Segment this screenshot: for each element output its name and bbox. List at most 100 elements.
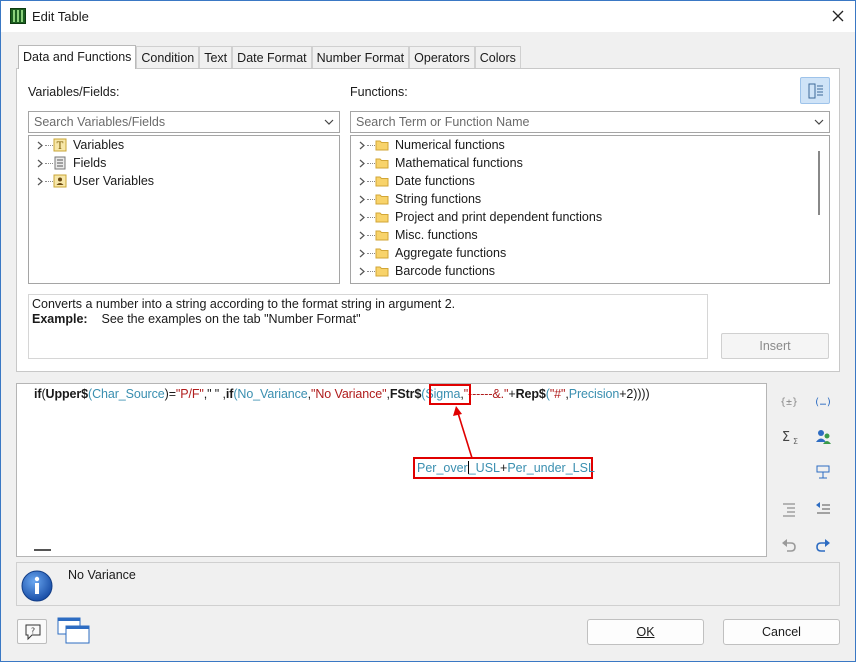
chevron-right-icon[interactable]	[358, 195, 366, 204]
tree-item-label: String functions	[395, 192, 482, 206]
tab-colors[interactable]: Colors	[474, 46, 521, 69]
format-braces-icon[interactable]: {±}	[779, 391, 799, 411]
code-token: Rep$	[515, 387, 546, 401]
tab-text[interactable]: Text	[199, 46, 233, 69]
svg-text:T: T	[57, 141, 64, 152]
search-functions-input[interactable]: Search Term or Function Name	[350, 111, 830, 133]
insert-field-icon[interactable]	[813, 462, 833, 482]
ok-button[interactable]: OK	[587, 619, 704, 645]
folder-icon	[375, 212, 389, 223]
function-description: Converts a number into a string accordin…	[28, 294, 708, 359]
panel-layout-icon	[808, 83, 823, 99]
svg-text:Σ: Σ	[793, 437, 798, 446]
info-icon	[21, 570, 53, 602]
close-icon[interactable]	[829, 7, 847, 25]
tree-item-date-functions[interactable]: Date functions	[351, 172, 829, 190]
tree-item-string-functions[interactable]: String functions	[351, 190, 829, 208]
functions-label: Functions:	[350, 85, 408, 99]
tab-data-and-functions[interactable]: Data and Functions	[18, 45, 137, 69]
chevron-right-icon[interactable]	[36, 177, 44, 186]
variables-fields-label: Variables/Fields:	[28, 85, 120, 99]
title-bar: Edit Table	[1, 1, 855, 32]
tree-item-misc-functions[interactable]: Misc. functions	[351, 226, 829, 244]
folder-icon	[375, 140, 389, 151]
tree-item-user-variables[interactable]: User Variables	[29, 172, 339, 190]
code-token: "P/F"	[175, 387, 204, 401]
tree-item-label: User Variables	[73, 174, 155, 188]
help-icon: ?	[25, 624, 41, 641]
popup-token: Per_under_LSL	[507, 461, 595, 475]
edit-table-dialog: Edit Table Data and Functions Condition …	[0, 0, 856, 662]
autocomplete-popup[interactable]: Per_over_USL+Per_under_LSL	[413, 457, 595, 479]
chevron-right-icon[interactable]	[358, 141, 366, 150]
tree-item-fields[interactable]: Fields	[29, 154, 339, 172]
indent-icon[interactable]	[779, 499, 799, 519]
expression-code[interactable]: if(Upper$(Char_Source)="P/F"," " ,if(No_…	[34, 387, 650, 401]
tree-item-label: Mathematical functions	[395, 156, 523, 170]
chevron-right-icon[interactable]	[358, 177, 366, 186]
expression-editor[interactable]: if(Upper$(Char_Source)="P/F"," " ,if(No_…	[16, 383, 767, 557]
help-button[interactable]: ?	[17, 619, 47, 644]
code-token: Precision	[568, 387, 620, 401]
chevron-down-icon[interactable]	[814, 116, 824, 128]
code-token: +	[508, 387, 516, 401]
chevron-right-icon[interactable]	[36, 141, 44, 150]
variables-tree[interactable]: T Variables Fields User Variables	[28, 135, 340, 284]
tab-number-format[interactable]: Number Format	[311, 46, 410, 69]
tab-operators[interactable]: Operators	[409, 46, 475, 69]
windows-icon[interactable]	[57, 617, 91, 645]
search-variables-input[interactable]: Search Variables/Fields	[28, 111, 340, 133]
undo-icon[interactable]	[779, 535, 799, 555]
editor-resize-handle[interactable]	[34, 549, 51, 551]
folder-icon	[375, 176, 389, 187]
users-icon[interactable]	[813, 427, 833, 447]
code-token: ," " ,	[203, 387, 226, 401]
svg-text:{±}: {±}	[780, 397, 798, 408]
chevron-right-icon[interactable]	[36, 159, 44, 168]
chevron-down-icon[interactable]	[324, 116, 334, 128]
chevron-right-icon[interactable]	[358, 159, 366, 168]
tab-date-format[interactable]: Date Format	[232, 46, 312, 69]
wrap-brackets-icon[interactable]: (…)	[813, 391, 833, 411]
info-text: No Variance	[68, 568, 136, 582]
tree-item-label: Date functions	[395, 174, 475, 188]
tree-item-mathematical-functions[interactable]: Mathematical functions	[351, 154, 829, 172]
functions-tree[interactable]: Numerical functions Mathematical functio…	[350, 135, 830, 284]
field-icon	[54, 156, 66, 170]
folder-icon	[375, 158, 389, 169]
tab-condition[interactable]: Condition	[136, 46, 200, 69]
tree-item-aggregate-functions[interactable]: Aggregate functions	[351, 244, 829, 262]
chevron-right-icon[interactable]	[358, 231, 366, 240]
folder-icon	[375, 266, 389, 277]
user-variable-icon	[53, 174, 67, 188]
table-app-icon	[10, 8, 26, 24]
tree-item-label: Misc. functions	[395, 228, 478, 242]
folder-icon	[375, 248, 389, 259]
tree-item-label: Barcode functions	[395, 264, 496, 278]
outdent-icon[interactable]	[813, 499, 833, 519]
variable-icon: T	[53, 138, 67, 152]
redo-icon[interactable]	[813, 535, 833, 555]
tree-item-barcode-functions[interactable]: Barcode functions	[351, 262, 829, 280]
chevron-right-icon[interactable]	[358, 213, 366, 222]
example-text: See the examples on the tab "Number Form…	[101, 312, 361, 326]
info-panel: No Variance	[16, 562, 840, 606]
popup-token: _USL	[468, 461, 501, 475]
popup-token: Per_over	[417, 461, 468, 475]
description-example: Example: See the examples on the tab "Nu…	[32, 312, 704, 326]
chevron-right-icon[interactable]	[358, 267, 366, 276]
tab-strip: Data and Functions Condition Text Date F…	[18, 45, 521, 69]
chevron-right-icon[interactable]	[358, 249, 366, 258]
cancel-button[interactable]: Cancel	[723, 619, 840, 645]
tree-item-variables[interactable]: T Variables	[29, 136, 339, 154]
svg-text:?: ?	[31, 627, 35, 636]
tree-item-project-print-functions[interactable]: Project and print dependent functions	[351, 208, 829, 226]
insert-button[interactable]: Insert	[721, 333, 829, 359]
scrollbar-thumb[interactable]	[818, 151, 820, 215]
layout-toggle-button[interactable]	[800, 77, 830, 104]
tree-item-numerical-functions[interactable]: Numerical functions	[351, 136, 829, 154]
folder-icon	[375, 230, 389, 241]
sum-icon[interactable]: ΣΣ	[779, 427, 799, 447]
code-token: Char_Source	[92, 387, 165, 401]
description-text: Converts a number into a string accordin…	[32, 297, 456, 311]
